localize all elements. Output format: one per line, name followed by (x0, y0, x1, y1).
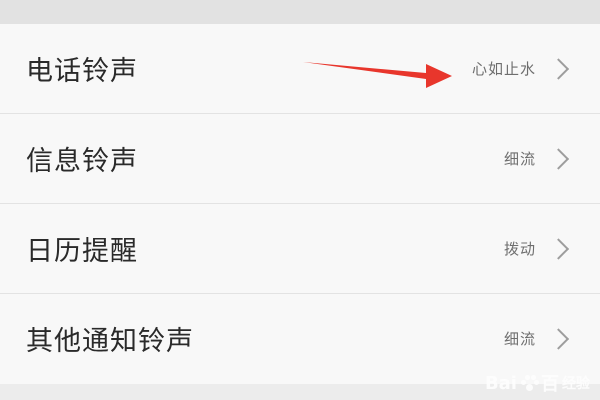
watermark-brand-left: Bai (484, 372, 517, 394)
row-label-calendar-reminder: 日历提醒 (26, 236, 138, 267)
row-value-calendar-reminder: 拨动 (503, 240, 536, 258)
chevron-right-icon (547, 57, 570, 80)
ringtone-settings-list: 电话铃声 心如止水 信息铃声 细流 日历提醒 拨动 其他通知铃声 细流 (0, 24, 600, 384)
settings-row-calendar-reminder[interactable]: 日历提醒 拨动 (0, 204, 600, 294)
settings-row-phone-ringtone[interactable]: 电话铃声 心如止水 (0, 24, 600, 114)
status-strip (0, 0, 600, 24)
chevron-right-icon (547, 327, 570, 350)
watermark-suffix: 经验 (562, 376, 590, 392)
chevron-right-icon (547, 147, 570, 170)
chevron-right-icon (547, 237, 570, 260)
row-label-message-ringtone: 信息铃声 (26, 146, 138, 177)
row-label-other-notification: 其他通知铃声 (26, 326, 194, 357)
row-value-other-notification: 细流 (503, 330, 536, 348)
settings-row-message-ringtone[interactable]: 信息铃声 细流 (0, 114, 600, 204)
watermark-brand-right: 百 (541, 374, 559, 395)
paw-icon (520, 374, 539, 392)
row-value-phone-ringtone: 心如止水 (471, 60, 536, 78)
row-value-message-ringtone: 细流 (503, 150, 536, 168)
baidu-watermark: Bai 百 经验 (485, 370, 590, 396)
row-label-phone-ringtone: 电话铃声 (26, 56, 138, 87)
